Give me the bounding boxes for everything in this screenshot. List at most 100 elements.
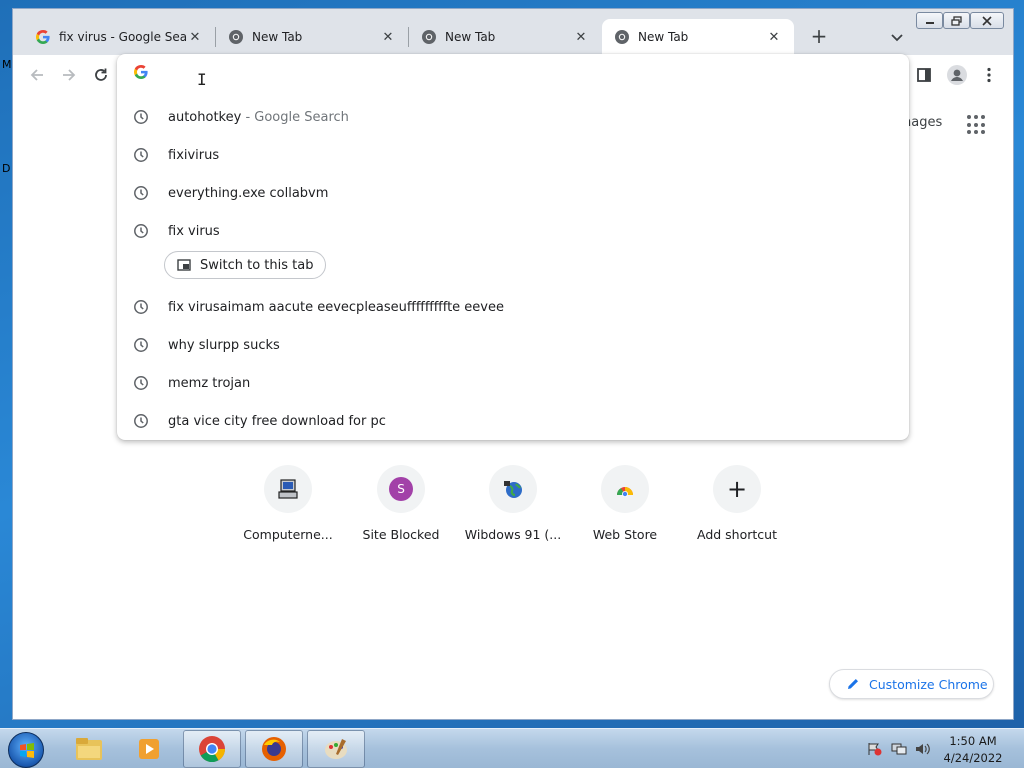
shortcut-label: Site Blocked — [362, 527, 440, 542]
profile-button[interactable] — [945, 63, 969, 87]
customize-chrome-button[interactable]: Customize Chrome — [829, 669, 994, 699]
tab-new-tab[interactable]: New Tab ✕ — [409, 19, 601, 55]
back-arrow-icon — [30, 69, 43, 81]
paint-palette-icon — [325, 739, 347, 759]
chrome-icon — [615, 30, 629, 44]
taskbar-chrome[interactable] — [183, 730, 241, 768]
history-clock-icon — [134, 110, 148, 124]
menu-button[interactable] — [977, 63, 1001, 87]
tab-close-icon[interactable]: ✕ — [380, 30, 396, 45]
forward-arrow-icon — [63, 69, 76, 81]
side-panel-icon — [917, 68, 931, 82]
google-apps-icon[interactable] — [967, 115, 987, 135]
shortcut-label: Computerne... — [243, 527, 333, 542]
chrome-icon — [422, 30, 436, 44]
switch-to-tab-label: Switch to this tab — [200, 257, 314, 273]
clock-time: 1:50 AM — [949, 734, 997, 748]
omnibox-dropdown: I autohotkey - Google Search fixivirus e… — [117, 54, 909, 440]
clock-date: 4/24/2022 — [943, 751, 1003, 765]
desktop-label-fragment: M — [2, 58, 12, 71]
history-clock-icon — [134, 414, 148, 428]
close-window-button[interactable] — [970, 12, 1004, 29]
suggestion-item[interactable]: gta vice city free download for pc — [117, 402, 909, 440]
history-clock-icon — [134, 148, 148, 162]
shortcut-tile: S — [377, 465, 425, 513]
close-icon — [982, 15, 992, 26]
history-clock-icon — [134, 376, 148, 390]
reload-button[interactable] — [89, 63, 113, 87]
restore-button[interactable] — [943, 12, 970, 29]
suggestion-item[interactable]: memz trojan — [117, 364, 909, 402]
profile-avatar-icon — [947, 65, 967, 85]
customize-chrome-label: Customize Chrome — [869, 676, 988, 692]
forward-button[interactable] — [57, 63, 81, 87]
system-clock[interactable]: 1:50 AM 4/24/2022 — [940, 733, 1006, 767]
suggestion-text: memz trojan — [168, 375, 251, 391]
letter-s-icon: S — [389, 477, 413, 501]
folder-icon — [76, 738, 102, 760]
shortcut-computerne[interactable]: Computerne... — [232, 465, 344, 542]
suggestion-item[interactable]: why slurpp sucks — [117, 326, 909, 364]
tab-title: New Tab — [445, 30, 496, 44]
tab-close-icon[interactable]: ✕ — [766, 30, 782, 45]
back-button[interactable] — [25, 63, 49, 87]
shortcut-label: Web Store — [592, 527, 658, 542]
suggestion-item[interactable]: everything.exe collabvm — [117, 174, 909, 212]
suggestion-text: autohotkey - Google Search — [168, 109, 349, 125]
taskbar-firefox[interactable] — [245, 730, 303, 768]
tab-new-tab-active[interactable]: New Tab ✕ — [602, 19, 794, 55]
media-player-icon — [139, 739, 159, 759]
tab-google-search[interactable]: fix virus - Google Search ✕ — [23, 19, 215, 55]
omnibox-input-row: I — [117, 54, 909, 90]
suggestion-text: everything.exe collabvm — [168, 185, 329, 201]
taskbar-media-player[interactable] — [120, 730, 178, 768]
suggestion-subtext: - Google Search — [241, 109, 349, 125]
start-button[interactable] — [8, 732, 44, 768]
tab-close-icon[interactable]: ✕ — [573, 30, 589, 45]
suggestion-text: gta vice city free download for pc — [168, 413, 386, 429]
taskbar-explorer[interactable] — [60, 730, 118, 768]
network-icon[interactable] — [891, 742, 907, 756]
shortcut-label: Add shortcut — [697, 527, 777, 542]
taskbar-paint[interactable] — [307, 730, 365, 768]
omnibox-input[interactable] — [165, 60, 865, 84]
action-center-flag-icon[interactable] — [866, 742, 882, 756]
tab-new-tab[interactable]: New Tab ✕ — [216, 19, 408, 55]
suggestion-text: why slurpp sucks — [168, 337, 280, 353]
switch-tab-icon — [177, 259, 191, 271]
tab-search-chevron-icon[interactable] — [885, 25, 909, 49]
shortcut-site-blocked[interactable]: S Site Blocked — [345, 465, 457, 542]
shortcut-tile — [264, 465, 312, 513]
suggestion-text: fixivirus — [168, 147, 220, 163]
tab-title: New Tab — [252, 30, 303, 44]
suggestion-item[interactable]: fix virusaimam aacute eevecpleaseuffffff… — [117, 288, 909, 326]
restore-icon — [950, 15, 962, 26]
suggestion-item[interactable]: autohotkey - Google Search — [117, 98, 909, 136]
shortcut-label: Wibdows 91 (... — [464, 527, 562, 542]
desktop-label-fragment: D — [2, 162, 11, 175]
add-shortcut-button[interactable]: + Add shortcut — [681, 465, 793, 542]
shortcut-web-store[interactable]: Web Store — [569, 465, 681, 542]
side-panel-button[interactable] — [912, 63, 936, 87]
suggestion-text: fix virus — [168, 223, 220, 239]
history-clock-icon — [134, 338, 148, 352]
computer-icon — [278, 479, 298, 499]
volume-icon[interactable] — [914, 742, 930, 756]
new-tab-button[interactable]: + — [807, 25, 831, 49]
shortcut-tile: + — [713, 465, 761, 513]
chrome-icon — [229, 30, 243, 44]
webstore-icon — [617, 487, 633, 497]
switch-to-tab-button[interactable]: Switch to this tab — [164, 251, 327, 279]
shortcut-wibdows-91[interactable]: Wibdows 91 (... — [457, 465, 569, 542]
minimize-button[interactable] — [916, 12, 943, 29]
suggestion-item[interactable]: fix virus — [117, 212, 909, 250]
pencil-icon — [848, 679, 858, 689]
suggestion-item[interactable]: fixivirus — [117, 136, 909, 174]
tab-close-icon[interactable]: ✕ — [187, 30, 203, 45]
google-g-icon — [134, 65, 148, 79]
google-g-icon — [36, 30, 50, 44]
history-clock-icon — [134, 186, 148, 200]
text-cursor-icon: I — [197, 70, 207, 89]
taskbar: 1:50 AM 4/24/2022 — [0, 728, 1024, 768]
globe-icon — [504, 481, 522, 498]
